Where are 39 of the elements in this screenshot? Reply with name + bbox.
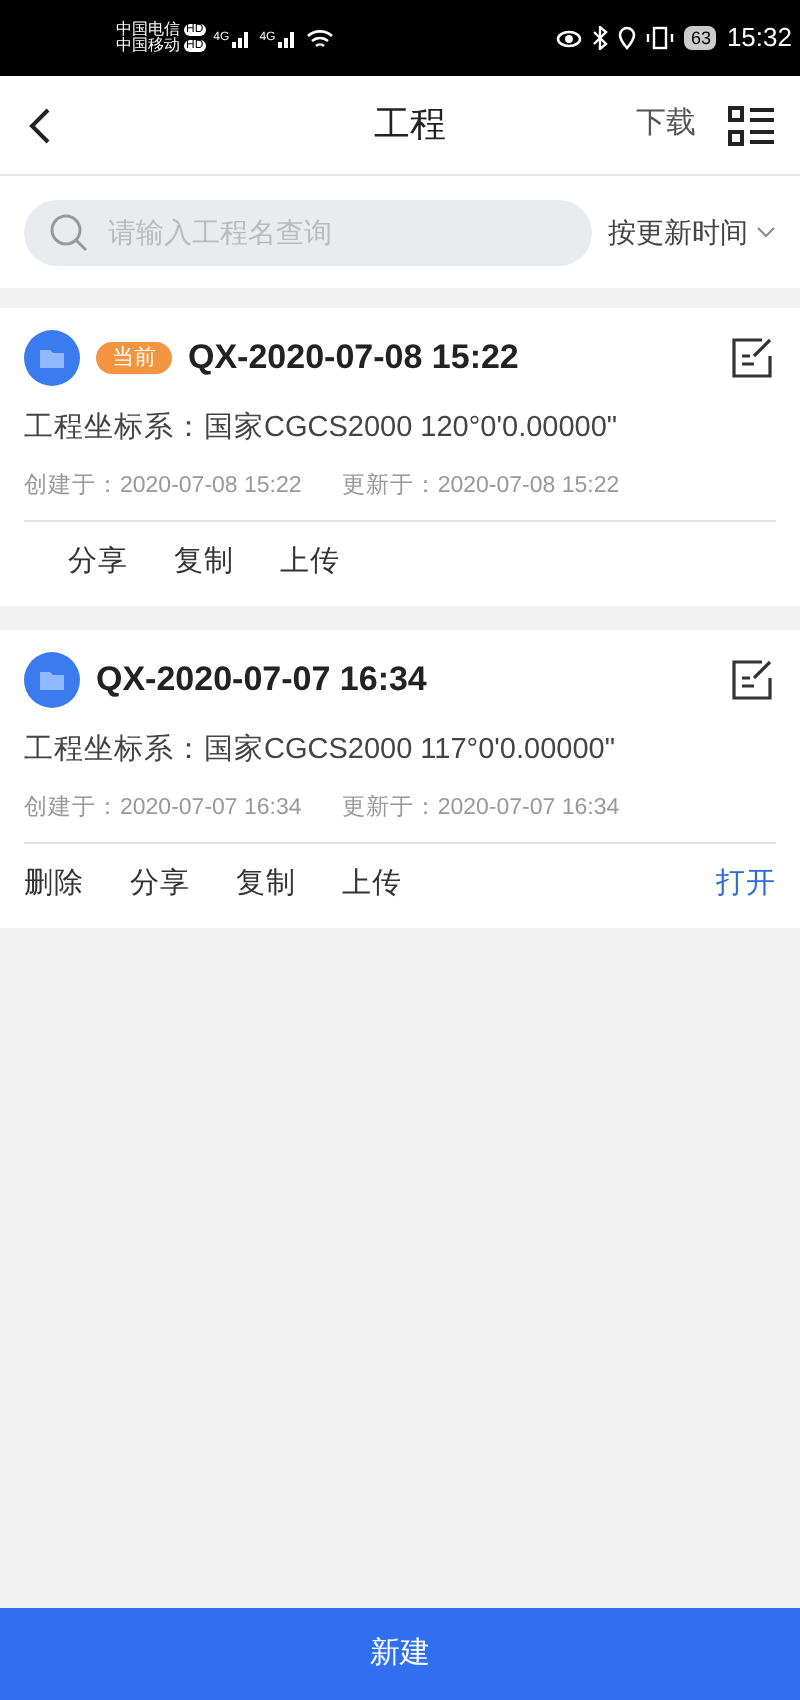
action-link[interactable]: 复制 [236,864,296,908]
created-time: 创建于：2020-07-08 15:22 [24,471,302,502]
search-icon [48,211,88,251]
vibrate-icon [646,26,675,50]
updated-time: 更新于：2020-07-07 16:34 [341,792,620,824]
bluetooth-icon [592,26,609,50]
battery-indicator: 63 [684,26,717,50]
action-link[interactable]: 复制 [174,542,234,586]
created-time: 创建于：2020-07-07 16:34 [24,793,302,824]
action-link[interactable]: 分享 [68,542,128,586]
page-title: 工程 [372,102,448,148]
new-button[interactable]: 新建 [0,1608,800,1700]
edit-icon[interactable] [728,656,776,704]
wifi-icon [305,27,334,49]
open-link[interactable]: 打开 [716,864,776,908]
updated-time: 更新于：2020-07-08 15:22 [341,470,620,502]
signal-icon [277,28,298,48]
coordinate-system: 工程坐标系：国家CGCS2000 117°0'0.00000" [24,731,617,770]
action-link[interactable]: 上传 [280,542,340,586]
carrier-name: 中国移动 [116,38,180,54]
sort-dropdown[interactable]: 按更新时间 [608,211,776,253]
folder-icon [24,652,80,708]
folder-icon [24,330,80,386]
action-link[interactable]: 删除 [24,864,84,908]
coordinate-system: 工程坐标系：国家CGCS2000 120°0'0.00000" [24,409,620,448]
clock-time: 15:32 [726,20,792,57]
project-name: QX-2020-07-07 16:34 [96,658,429,703]
action-link[interactable]: 上传 [342,864,402,908]
location-icon [618,26,637,50]
current-badge: 当前 [96,342,172,374]
download-link[interactable]: 下载 [636,102,696,148]
carrier-name: 中国电信 [116,22,180,38]
edit-icon[interactable] [728,334,776,382]
project-name: QX-2020-07-08 15:22 [188,336,521,381]
signal-icon [231,28,252,48]
chevron-down-icon [756,226,776,238]
list-icon[interactable] [728,103,776,147]
action-link[interactable]: 分享 [130,864,190,908]
eye-icon [556,29,583,47]
